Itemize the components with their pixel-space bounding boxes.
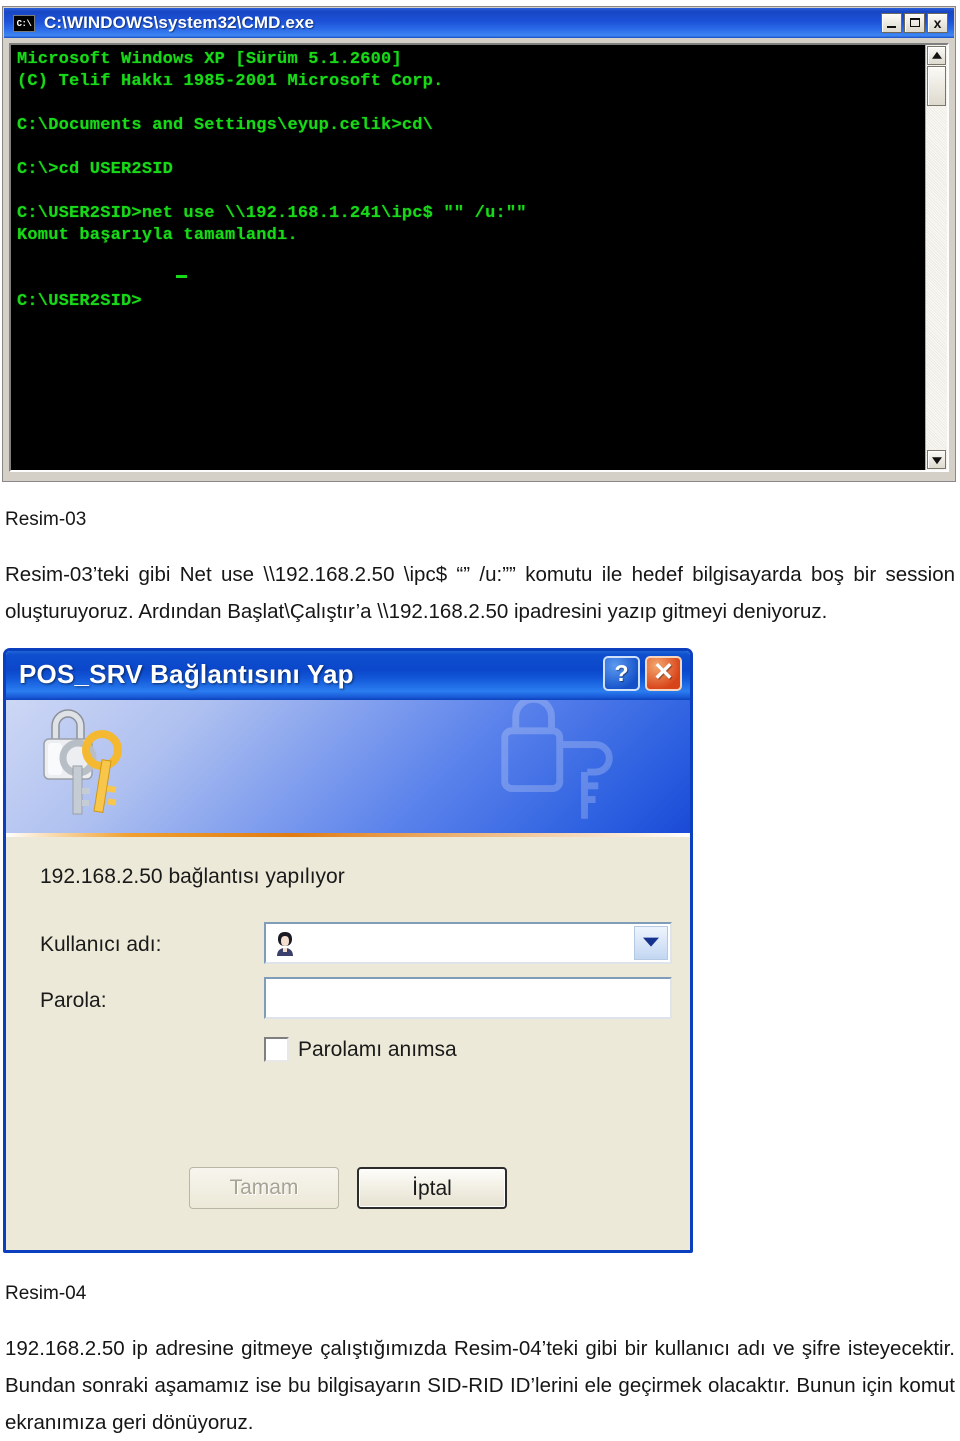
- cmd-vertical-scrollbar[interactable]: [925, 45, 947, 470]
- chevron-down-icon: [931, 456, 942, 464]
- dialog-window-controls: ? ✕: [603, 656, 682, 691]
- minimize-icon: [887, 26, 896, 28]
- help-button[interactable]: ?: [603, 656, 640, 691]
- cmd-console-text: Microsoft Windows XP [Sürüm 5.1.2600] (C…: [17, 50, 527, 311]
- chevron-up-icon: [931, 51, 942, 59]
- remember-password-row[interactable]: Parolamı anımsa: [264, 1037, 457, 1062]
- cmd-titlebar[interactable]: C:\ C:\WINDOWS\system32\CMD.exe x: [4, 8, 954, 38]
- password-input[interactable]: [264, 977, 672, 1019]
- connect-dialog: POS_SRV Bağlantısını Yap ? ✕ 192.168.2.5…: [3, 648, 693, 1253]
- scroll-up-button[interactable]: [927, 46, 946, 65]
- chevron-down-icon: [643, 937, 659, 947]
- dialog-titlebar[interactable]: POS_SRV Bağlantısını Yap ? ✕: [6, 651, 690, 700]
- keys-watermark-icon: [501, 700, 613, 819]
- cmd-cursor: [176, 275, 187, 278]
- scrollbar-thumb[interactable]: [927, 66, 946, 106]
- cmd-window: C:\ C:\WINDOWS\system32\CMD.exe x Micros…: [2, 6, 956, 482]
- username-label: Kullanıcı adı:: [40, 933, 162, 956]
- cmd-window-controls: x: [881, 13, 948, 33]
- cmd-console-area[interactable]: Microsoft Windows XP [Sürüm 5.1.2600] (C…: [9, 43, 949, 472]
- figure-label-resim-03: Resim-03: [5, 509, 87, 530]
- user-icon: [277, 932, 293, 956]
- scroll-down-button[interactable]: [927, 450, 946, 469]
- connection-status-text: 192.168.2.50 bağlantısı yapılıyor: [40, 865, 345, 888]
- paragraph-resim-04: 192.168.2.50 ip adresine gitmeye çalıştı…: [5, 1337, 955, 1434]
- ok-button[interactable]: Tamam: [189, 1167, 339, 1209]
- dialog-close-button[interactable]: ✕: [645, 656, 682, 691]
- dialog-content: 192.168.2.50 bağlantısı yapılıyor Kullan…: [6, 837, 690, 1250]
- paragraph-resim-03: Resim-03’teki gibi Net use \\192.168.2.5…: [5, 563, 955, 623]
- cancel-button[interactable]: İptal: [357, 1167, 507, 1209]
- dialog-title: POS_SRV Bağlantısını Yap: [19, 659, 354, 689]
- cmd-app-icon: C:\: [13, 14, 35, 32]
- maximize-icon: [910, 18, 920, 27]
- maximize-button[interactable]: [904, 13, 925, 33]
- username-combobox[interactable]: [264, 922, 672, 964]
- cmd-title: C:\WINDOWS\system32\CMD.exe: [44, 13, 315, 32]
- close-button[interactable]: x: [927, 13, 948, 33]
- close-icon: x: [933, 15, 942, 31]
- keys-icon: [43, 709, 122, 815]
- remember-password-label: Parolamı anımsa: [298, 1037, 457, 1061]
- remember-password-checkbox[interactable]: [264, 1037, 289, 1062]
- close-icon: ✕: [653, 658, 674, 686]
- figure-label-resim-04: Resim-04: [5, 1283, 87, 1304]
- username-dropdown-button[interactable]: [634, 926, 668, 960]
- password-label: Parola:: [40, 989, 107, 1012]
- dialog-banner: [6, 700, 690, 837]
- minimize-button[interactable]: [881, 13, 902, 33]
- dialog-button-row: Tamam İptal: [6, 1167, 690, 1209]
